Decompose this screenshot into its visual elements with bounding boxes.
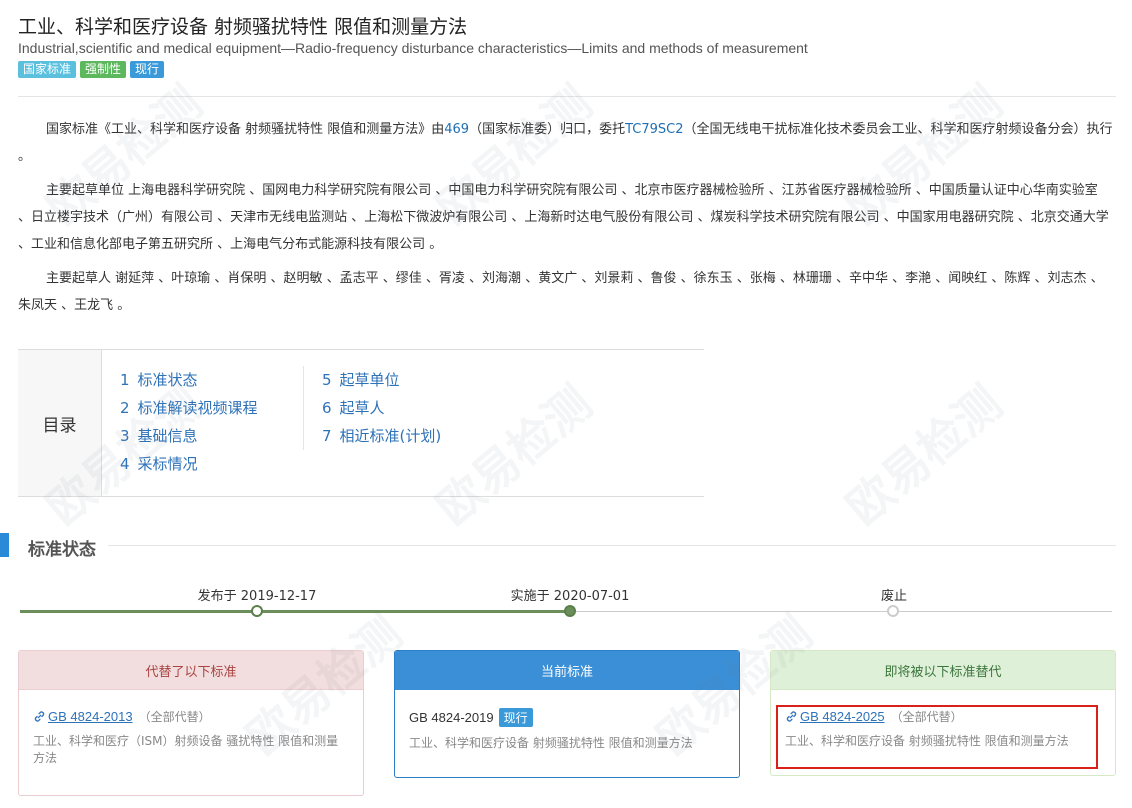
current-standard-desc: 工业、科学和医疗设备 射频骚扰特性 限值和测量方法 (409, 736, 693, 750)
section-accent-bar (0, 533, 9, 557)
committee-469-link[interactable]: 469 (444, 122, 469, 137)
badge-mandatory: 强制性 (80, 61, 127, 78)
header-divider (18, 96, 1116, 97)
card-current-standard: 当前标准 GB 4824-2019 现行 工业、科学和医疗设备 射频骚扰特性 限… (394, 650, 740, 778)
toc-label: 目录 (18, 350, 102, 496)
toc-item-similar-standards[interactable]: 7 相近标准(计划) (322, 422, 441, 450)
page-title: 工业、科学和医疗设备 射频骚扰特性 限值和测量方法 (18, 16, 468, 38)
page-subtitle-en: Industrial,scientific and medical equipm… (18, 40, 808, 56)
toc-item-adoption[interactable]: 4 采标情况 (120, 450, 258, 478)
intro-paragraph-management: 国家标准《工业、科学和医疗设备 射频骚扰特性 限值和测量方法》由469（国家标准… (18, 122, 1113, 164)
toc-column-1: 1 标准状态 2 标准解读视频课程 3 基础信息 4 采标情况 (120, 366, 258, 478)
replaced-standard-link[interactable]: GB 4824-2013 (48, 709, 133, 724)
timeline-label-implemented: 实施于 2020-07-01 (510, 589, 630, 604)
toc-column-2: 5 起草单位 6 起草人 7 相近标准(计划) (303, 366, 441, 450)
table-of-contents: 目录 1 标准状态 2 标准解读视频课程 3 基础信息 4 采标情况 5 起草单位 6 起草… (18, 349, 704, 497)
timeline-remaining-line (571, 611, 1112, 612)
watermark: 欧易检测 (836, 375, 1012, 536)
timeline-dot-implemented (564, 605, 576, 617)
link-icon (34, 711, 45, 722)
current-standard-code: GB 4824-2019 (409, 710, 494, 725)
committee-tc79sc2-link[interactable]: TC79SC2 (625, 122, 683, 137)
toc-item-drafting-units[interactable]: 5 起草单位 (322, 366, 441, 394)
timeline-dot-abolished (887, 605, 899, 617)
toc-item-status[interactable]: 1 标准状态 (120, 366, 258, 394)
section-title-status: 标准状态 (28, 540, 96, 560)
card-upcoming-header: 即将被以下标准替代 (771, 651, 1115, 690)
current-status-badge: 现行 (498, 708, 533, 727)
intro-paragraph-drafters: 主要起草人 谢延萍 、叶琼瑜 、肖保明 、赵明敏 、孟志平 、缪佳 、胥凌 、刘… (18, 271, 1104, 313)
toc-item-video-course[interactable]: 2 标准解读视频课程 (120, 394, 258, 422)
card-replaced-standards: 代替了以下标准 GB 4824-2013 （全部代替） 工业、科学和医疗（ISM… (18, 650, 364, 796)
badge-current: 现行 (130, 61, 165, 78)
intro-paragraph-drafting-units: 主要起草单位 上海电器科学研究院 、国网电力科学研究院有限公司 、中国电力科学研… (18, 183, 1109, 252)
highlight-annotation-box (776, 705, 1098, 769)
timeline-dot-published (251, 605, 263, 617)
card-current-header: 当前标准 (395, 651, 739, 690)
toc-item-drafters[interactable]: 6 起草人 (322, 394, 441, 422)
timeline-label-abolished: 废止 (880, 589, 908, 604)
badge-national-standard: 国家标准 (18, 61, 77, 78)
timeline-progress-line (20, 610, 571, 613)
timeline-label-published: 发布于 2019-12-17 (197, 589, 317, 604)
card-replaced-header: 代替了以下标准 (19, 651, 363, 690)
toc-item-basic-info[interactable]: 3 基础信息 (120, 422, 258, 450)
replaced-standard-note: （全部代替） (138, 710, 211, 724)
replaced-standard-desc: 工业、科学和医疗（ISM）射频设备 骚扰特性 限值和测量方法 (33, 734, 339, 765)
status-badges: 国家标准 强制性 现行 (18, 61, 165, 78)
section-divider (108, 545, 1116, 546)
